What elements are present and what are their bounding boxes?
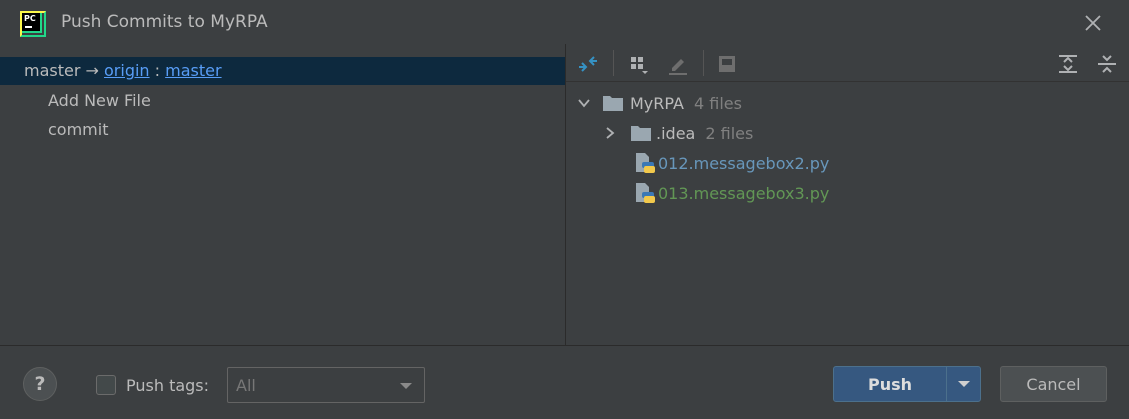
help-button[interactable]: ? [23, 367, 57, 401]
arrow: → [85, 61, 99, 80]
changes-pane: MyRPA 4 files .idea 2 files 012.messageb… [566, 44, 1129, 345]
push-tags-value: All [236, 376, 256, 395]
commits-pane: master → origin : master Add New File co… [0, 44, 566, 345]
tree-root-count: 4 files [693, 93, 742, 113]
separator: : [154, 61, 161, 80]
tree-file-node[interactable]: 012.messagebox2.py [634, 150, 829, 176]
chevron-down-icon [400, 383, 412, 389]
dialog-footer: ? Push tags: All Push Cancel [0, 346, 1129, 419]
close-icon[interactable] [1082, 12, 1104, 34]
remote-branch-link[interactable]: master [165, 61, 221, 80]
changes-toolbar [566, 44, 1129, 82]
edit-source-icon[interactable] [666, 52, 690, 76]
show-diff-icon[interactable] [715, 52, 739, 76]
push-options-dropdown[interactable] [947, 367, 980, 401]
tree-file-label: 013.messagebox3.py [658, 183, 830, 203]
python-file-icon [636, 153, 655, 173]
tree-root-node[interactable]: MyRPA 4 files [576, 90, 742, 116]
commit-item[interactable]: Add New File [48, 91, 151, 110]
collapse-all-icon[interactable] [1095, 52, 1119, 76]
tree-root-label: MyRPA [630, 93, 684, 113]
group-by-icon[interactable] [627, 52, 651, 76]
pycharm-logo-icon: PC [20, 11, 46, 37]
push-tags-select[interactable]: All [227, 367, 425, 403]
push-tags-checkbox[interactable] [96, 375, 116, 395]
push-split-button: Push [833, 366, 981, 402]
tree-folder-node[interactable]: .idea 2 files [602, 120, 753, 146]
expand-collapse-diff-icon[interactable] [576, 52, 600, 76]
chevron-down-icon [958, 381, 970, 387]
folder-icon [603, 96, 623, 111]
expand-all-icon[interactable] [1056, 52, 1080, 76]
chevron-down-icon[interactable] [576, 95, 592, 111]
commit-item[interactable]: commit [48, 120, 108, 139]
title-bar: PC Push Commits to MyRPA [0, 0, 1129, 44]
tree-file-node[interactable]: 013.messagebox3.py [634, 180, 829, 206]
tree-folder-count: 2 files [705, 123, 754, 143]
tree-folder-label: .idea [656, 123, 696, 143]
local-branch: master [24, 61, 81, 80]
tree-file-label: 012.messagebox2.py [658, 153, 830, 173]
repo-branch-row[interactable]: master → origin : master [0, 57, 566, 85]
remote-link[interactable]: origin [104, 61, 150, 80]
push-tags-label[interactable]: Push tags: [126, 376, 209, 395]
python-file-icon [636, 183, 655, 203]
folder-icon [631, 126, 651, 141]
chevron-right-icon[interactable] [602, 125, 618, 141]
push-button[interactable]: Push [834, 367, 946, 401]
window-title: Push Commits to MyRPA [61, 12, 268, 32]
cancel-button[interactable]: Cancel [1000, 366, 1107, 402]
